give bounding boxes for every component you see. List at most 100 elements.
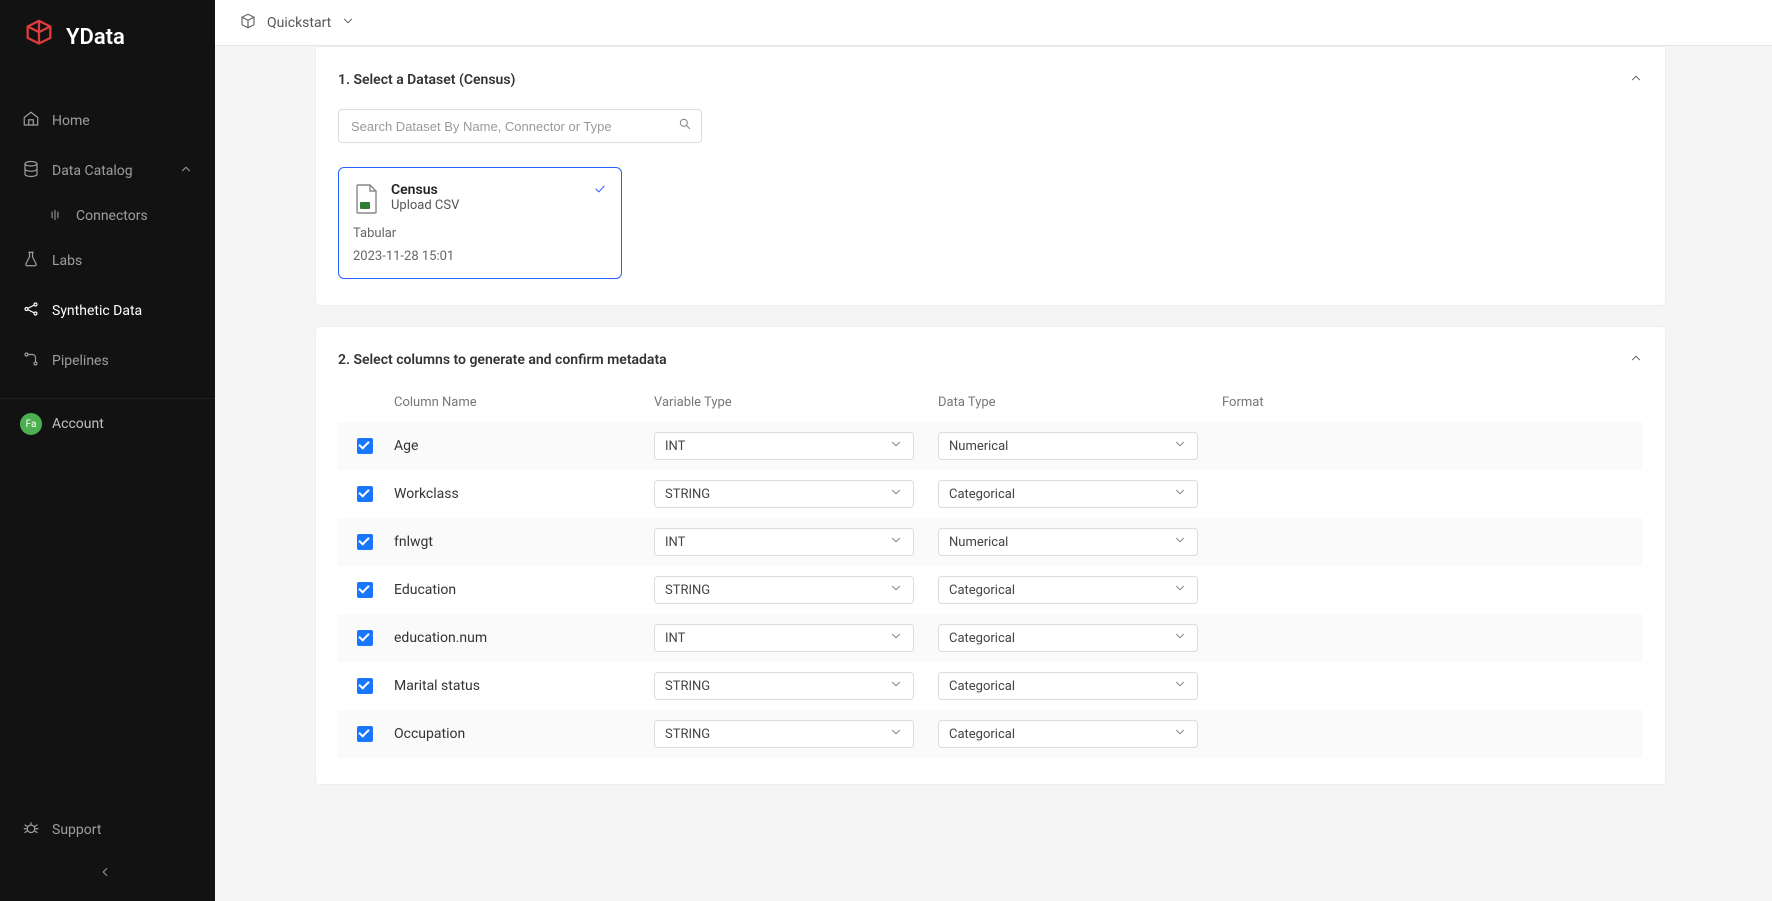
chevron-down-icon [1173,677,1187,695]
row-column-name: education.num [392,630,652,646]
sidebar-item-label: Labs [52,253,82,269]
chevron-down-icon [889,485,903,503]
variable-type-select[interactable]: STRING [654,480,914,508]
chevron-left-icon [98,867,112,883]
variable-type-select[interactable]: INT [654,624,914,652]
variable-type-select[interactable]: STRING [654,672,914,700]
data-type-select[interactable]: Numerical [938,528,1198,556]
row-data-type-cell: Categorical [936,720,1220,748]
step1-title-wrap: 1. Select a Dataset (Census) [338,72,515,88]
sidebar-item-pipelines[interactable]: Pipelines [0,336,215,386]
data-type-value: Numerical [949,439,1008,454]
bug-icon [22,819,40,841]
data-type-value: Categorical [949,679,1015,694]
data-type-value: Numerical [949,535,1008,550]
sidebar-item-data-catalog[interactable]: Data Catalog [0,146,215,196]
row-checkbox[interactable] [357,630,373,646]
variable-type-select[interactable]: INT [654,528,914,556]
sidebar-item-label: Home [52,113,90,129]
collapse-section-button[interactable] [1629,351,1643,369]
chevron-down-icon [889,677,903,695]
header-column-name: Column Name [392,395,652,410]
row-variable-type-cell: STRING [652,480,936,508]
brand-logo-icon [22,18,56,56]
sidebar-item-label: Synthetic Data [52,303,142,319]
row-checkbox-cell [338,582,392,598]
sidebar-item-account[interactable]: Fa Account [0,398,215,449]
brand-name: YData [66,25,125,50]
data-type-value: Categorical [949,487,1015,502]
dataset-subtitle: Upload CSV [391,198,459,213]
row-checkbox-cell [338,630,392,646]
row-data-type-cell: Categorical [936,624,1220,652]
row-checkbox[interactable] [357,534,373,550]
chevron-down-icon [1173,725,1187,743]
table-row: education.num INT Categorical [338,614,1643,662]
row-column-name: Age [392,438,652,454]
step2-header: 2. Select columns to generate and confir… [338,351,1643,369]
sidebar: YData Home Data Catalog Connectors Labs [0,0,215,901]
sidebar-item-connectors[interactable]: Connectors [0,196,215,236]
topbar: Quickstart [215,0,1772,46]
row-variable-type-cell: STRING [652,672,936,700]
sidebar-item-home[interactable]: Home [0,96,215,146]
row-variable-type-cell: STRING [652,576,936,604]
columns-table-body: Age INT Numerical Workclass STRING [338,422,1643,758]
chevron-down-icon [1173,533,1187,551]
table-row: Occupation STRING Categorical [338,710,1643,758]
row-data-type-cell: Categorical [936,672,1220,700]
row-checkbox-cell [338,726,392,742]
dataset-timestamp: 2023-11-28 15:01 [353,249,607,264]
data-type-select[interactable]: Categorical [938,624,1198,652]
variable-type-select[interactable]: STRING [654,576,914,604]
dataset-card-titles: Census Upload CSV [391,182,459,213]
home-icon [22,110,40,132]
row-checkbox[interactable] [357,726,373,742]
row-checkbox[interactable] [357,582,373,598]
variable-type-select[interactable]: INT [654,432,914,460]
chevron-down-icon [1173,581,1187,599]
sidebar-item-synthetic-data[interactable]: Synthetic Data [0,286,215,336]
avatar: Fa [20,413,42,435]
data-type-select[interactable]: Categorical [938,672,1198,700]
sidebar-item-label: Support [52,822,101,838]
row-column-name: Workclass [392,486,652,502]
chevron-up-icon [179,162,193,180]
row-checkbox[interactable] [357,678,373,694]
collapse-section-button[interactable] [1629,71,1643,89]
columns-table-header: Column Name Variable Type Data Type Form… [338,385,1643,422]
data-type-select[interactable]: Numerical [938,432,1198,460]
row-data-type-cell: Numerical [936,528,1220,556]
row-column-name: Occupation [392,726,652,742]
cube-icon [239,12,257,34]
step2-panel: 2. Select columns to generate and confir… [315,326,1666,785]
data-type-select[interactable]: Categorical [938,480,1198,508]
dataset-card-census[interactable]: Census Upload CSV Tabular 2023-11-28 15:… [338,167,622,279]
chevron-down-icon[interactable] [341,14,355,32]
sidebar-collapse-button[interactable] [0,855,215,893]
main: Quickstart 1. Select a Dataset (Census) [215,0,1772,901]
chevron-down-icon [889,581,903,599]
sidebar-item-label: Pipelines [52,353,109,369]
breadcrumb-title: Quickstart [267,15,331,31]
row-checkbox[interactable] [357,486,373,502]
header-data-type: Data Type [936,395,1220,410]
dataset-card-header: Census Upload CSV [353,182,607,214]
data-type-select[interactable]: Categorical [938,720,1198,748]
sidebar-item-support[interactable]: Support [0,805,215,855]
chevron-down-icon [889,533,903,551]
row-checkbox[interactable] [357,438,373,454]
table-row: Marital status STRING Categorical [338,662,1643,710]
step2-title: 2. Select columns to generate and confir… [338,352,667,368]
variable-type-select[interactable]: STRING [654,720,914,748]
sidebar-bottom: Support [0,805,215,901]
sidebar-item-labs[interactable]: Labs [0,236,215,286]
dataset-search [338,109,702,143]
row-variable-type-cell: INT [652,528,936,556]
variable-type-value: STRING [665,487,710,502]
chevron-down-icon [1173,485,1187,503]
dataset-search-input[interactable] [338,109,702,143]
row-checkbox-cell [338,438,392,454]
row-column-name: Marital status [392,678,652,694]
data-type-select[interactable]: Categorical [938,576,1198,604]
